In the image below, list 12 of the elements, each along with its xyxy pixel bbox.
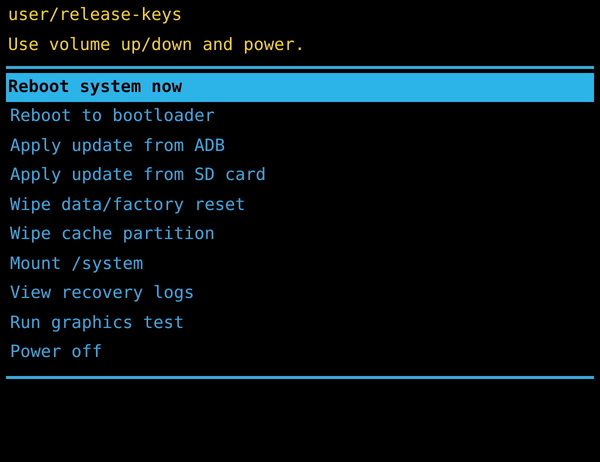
menu-item[interactable]: Mount /system bbox=[6, 250, 594, 279]
menu-item[interactable]: Wipe cache partition bbox=[6, 220, 594, 250]
menu-item[interactable]: Reboot system now bbox=[6, 73, 594, 102]
menu-item[interactable]: Wipe data/factory reset bbox=[6, 190, 594, 220]
menu-item[interactable]: Run graphics test bbox=[6, 308, 594, 338]
menu-item[interactable]: View recovery logs bbox=[6, 279, 594, 308]
header-text: Use volume up/down and power. bbox=[8, 34, 306, 57]
menu-item[interactable]: Power off bbox=[6, 338, 594, 368]
header-text: user/release-keys bbox=[8, 4, 183, 27]
menu-item[interactable]: Apply update from ADB bbox=[6, 132, 594, 161]
menu-item[interactable]: Apply update from SD card bbox=[6, 161, 594, 190]
menu-item[interactable]: Reboot to bootloader bbox=[6, 102, 594, 132]
